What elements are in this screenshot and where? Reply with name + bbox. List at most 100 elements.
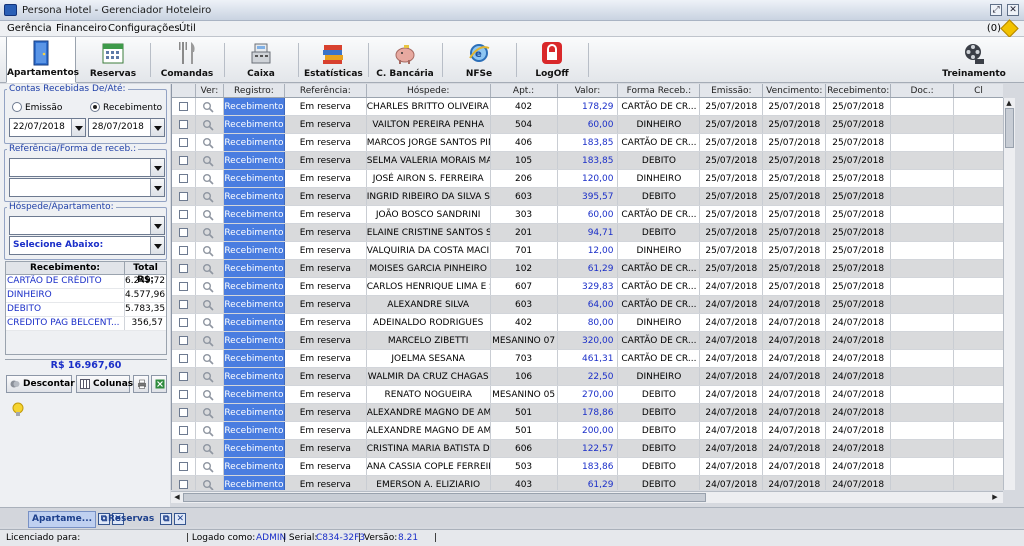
reservas-button[interactable]: Reservas [82,37,144,83]
task-apartamentos-label[interactable]: Apartame... [28,511,97,528]
row-checkbox[interactable] [172,260,196,277]
view-cell[interactable] [196,368,224,385]
radio-recebimento-dot[interactable] [90,102,100,112]
checkbox[interactable] [179,336,188,345]
row-checkbox[interactable] [172,116,196,133]
comandas-button[interactable]: Comandas [156,37,218,83]
checkbox[interactable] [179,210,188,219]
menu-gerencia[interactable]: Gerência [7,23,52,34]
scroll-right-icon[interactable]: ▶ [990,492,1000,502]
date-from-field[interactable]: 22/07/2018 [9,118,86,137]
column-header[interactable]: Hóspede: [367,84,491,97]
table-row[interactable]: Recebimento Em reserva RENATO NOGUEIRA MESA… [172,386,1003,404]
table-row[interactable]: Recebimento Em reserva ALEXANDRE SILVA 603 6… [172,296,1003,314]
checkbox[interactable] [179,318,188,327]
checkbox[interactable] [179,192,188,201]
caixa-button[interactable]: Caixa [230,37,292,83]
chevron-down-icon[interactable] [150,159,164,176]
summary-row[interactable]: CARTÃO DE CRÉDITO 6.249,72 [6,275,166,289]
magnifier-icon[interactable] [202,263,214,275]
view-cell[interactable] [196,206,224,223]
checkbox[interactable] [179,300,188,309]
magnifier-icon[interactable] [202,389,214,401]
view-cell[interactable] [196,188,224,205]
row-checkbox[interactable] [172,386,196,403]
magnifier-icon[interactable] [202,191,214,203]
row-checkbox[interactable] [172,314,196,331]
magnifier-icon[interactable] [202,227,214,239]
table-row[interactable]: Recebimento Em reserva CARLOS HENRIQUE LIM… [172,278,1003,296]
row-checkbox[interactable] [172,332,196,349]
table-row[interactable]: Recebimento Em reserva JOÃO BOSCO SANDRINI… [172,206,1003,224]
task-reservas-label[interactable]: Reservas [104,511,158,528]
column-header[interactable] [172,84,196,97]
magnifier-icon[interactable] [202,425,214,437]
magnifier-icon[interactable] [202,173,214,185]
view-cell[interactable] [196,350,224,367]
summary-row[interactable]: DINHEIRO 4.577,96 [6,289,166,303]
checkbox[interactable] [179,228,188,237]
close-icon[interactable]: ✕ [1007,4,1019,16]
chevron-down-icon[interactable] [150,179,164,196]
view-cell[interactable] [196,296,224,313]
view-cell[interactable] [196,422,224,439]
restore-window-icon[interactable]: ⧉ [160,512,173,525]
scroll-up-icon[interactable]: ▲ [1004,98,1014,108]
row-checkbox[interactable] [172,350,196,367]
table-row[interactable]: Recebimento Em reserva VALQUIRIA DA COSTA … [172,242,1003,260]
table-row[interactable]: Recebimento Em reserva INGRID RIBEIRO DA S… [172,188,1003,206]
view-cell[interactable] [196,314,224,331]
close-window-icon[interactable]: ✕ [174,512,187,525]
row-checkbox[interactable] [172,422,196,439]
row-checkbox[interactable] [172,170,196,187]
lightbulb-icon[interactable] [12,402,24,418]
c-bancaria-button[interactable]: C. Bancária [374,37,436,83]
column-header[interactable]: Emissão: [700,84,764,97]
warning-icon[interactable] [1000,19,1019,38]
estatisticas-button[interactable]: Estatísticas [304,37,363,83]
view-cell[interactable] [196,386,224,403]
view-cell[interactable] [196,440,224,457]
row-checkbox[interactable] [172,368,196,385]
date-to-field[interactable]: 28/07/2018 [88,118,165,137]
chevron-down-icon[interactable] [150,237,164,254]
table-row[interactable]: Recebimento Em reserva SELMA VALERIA MORAI… [172,152,1003,170]
radio-recebimento[interactable]: Recebimento [90,102,162,113]
magnifier-icon[interactable] [202,281,214,293]
forma-select[interactable] [9,178,165,197]
summary-row[interactable]: CREDITO PAG BELCENT... 356,57 [6,317,166,331]
magnifier-icon[interactable] [202,407,214,419]
magnifier-icon[interactable] [202,299,214,311]
column-header[interactable]: Ver: [196,84,224,97]
magnifier-icon[interactable] [202,209,214,221]
menu-util[interactable]: Útil [179,23,196,34]
checkbox[interactable] [179,390,188,399]
checkbox[interactable] [179,138,188,147]
horizontal-scrollbar[interactable]: ◀ ▶ [171,491,1003,503]
checkbox[interactable] [179,372,188,381]
checkbox[interactable] [179,102,188,111]
row-checkbox[interactable] [172,98,196,115]
magnifier-icon[interactable] [202,155,214,167]
logoff-button[interactable]: LogOff [522,37,582,83]
column-header[interactable]: Valor: [558,84,619,97]
checkbox[interactable] [179,246,188,255]
row-checkbox[interactable] [172,242,196,259]
chevron-down-icon[interactable] [71,119,85,136]
nfse-button[interactable]: e NFSe [448,37,510,83]
hospede-select[interactable] [9,216,165,235]
checkbox[interactable] [179,426,188,435]
checkbox[interactable] [179,462,188,471]
row-checkbox[interactable] [172,458,196,475]
magnifier-icon[interactable] [202,335,214,347]
table-row[interactable]: Recebimento Em reserva ANA CASSIA COPLE FE… [172,458,1003,476]
view-cell[interactable] [196,98,224,115]
magnifier-icon[interactable] [202,479,214,490]
referencia-select[interactable] [9,158,165,177]
table-row[interactable]: Recebimento Em reserva ADEINALDO RODRIGUES… [172,314,1003,332]
vertical-scrollbar[interactable]: ▲ [1003,98,1015,490]
magnifier-icon[interactable] [202,101,214,113]
magnifier-icon[interactable] [202,245,214,257]
apartamentos-button[interactable]: Apartamentos [6,37,79,83]
colunas-button[interactable]: Colunas [76,375,133,393]
